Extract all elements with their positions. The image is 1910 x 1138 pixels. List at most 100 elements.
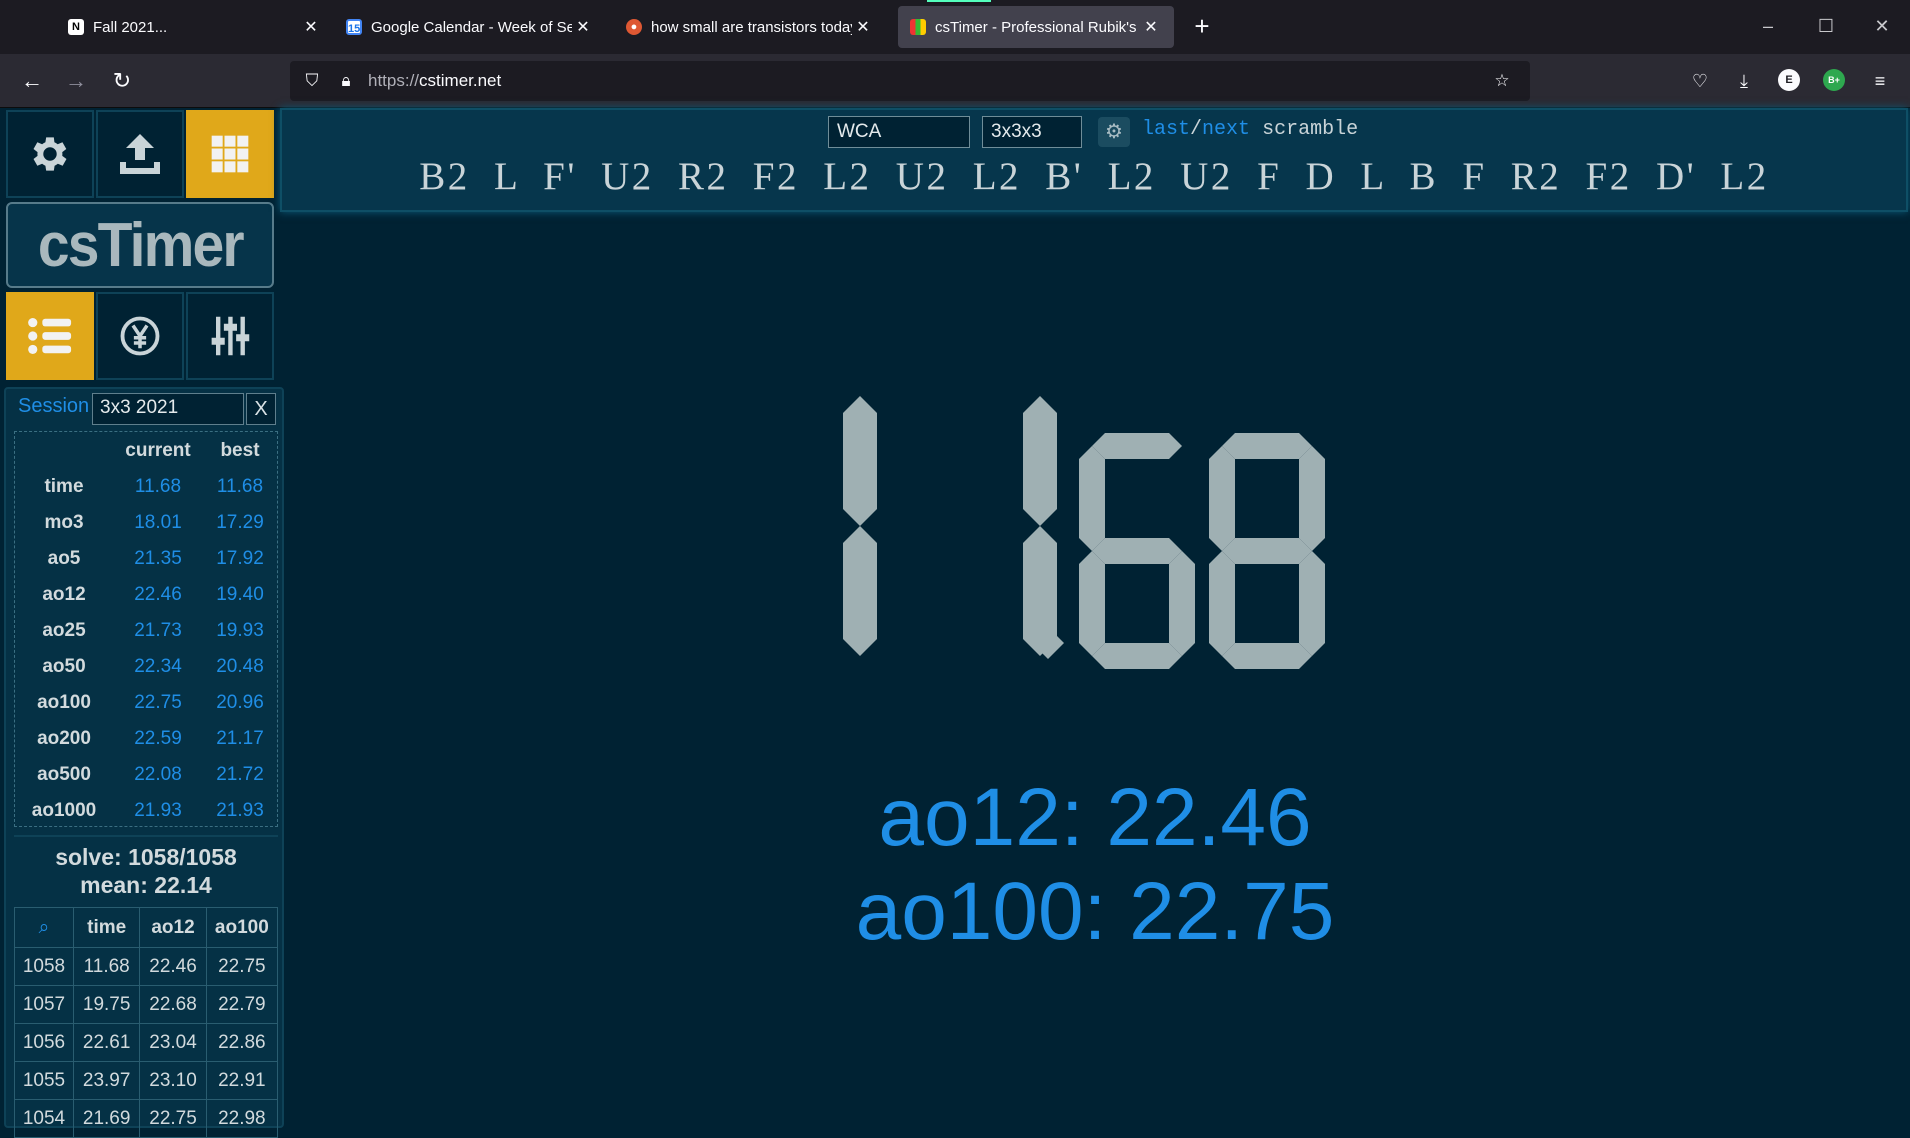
table-row[interactable]: 1055 23.97 23.10 22.91 [14,1061,279,1100]
stat-current[interactable]: 22.34 [113,656,203,678]
address-bar[interactable]: ⛉ 🔒︎ https://cstimer.net ☆ [290,61,1530,101]
timer-segment [1299,446,1325,551]
scramble-image-button[interactable] [186,110,274,198]
session-label: Session [18,395,90,417]
menu-icon[interactable]: ≡ [1866,67,1894,95]
table-row[interactable]: 1054 21.69 22.75 22.98 [14,1099,279,1138]
stat-name: mo3 [44,512,84,533]
solve-time[interactable]: 19.75 [72,985,141,1024]
sliders-icon [211,316,250,356]
session-select[interactable]: 3x3 2021 [92,393,244,425]
lock-icon[interactable]: 🔒︎ [334,69,358,93]
puzzle-select[interactable]: 3x3x3 [982,116,1082,148]
next-scramble-link[interactable]: next [1202,118,1250,141]
stat-row-ao5: ao5 21.35 17.92 [15,548,277,584]
last-scramble-link[interactable]: last [1142,118,1190,141]
solve-time[interactable]: 23.97 [72,1061,141,1100]
stat-best[interactable]: 19.93 [203,620,277,642]
solve-count: solve: 1058/1058 [55,844,237,870]
ao100-header: ao100 [205,907,279,948]
ao12-header: ao12 [139,907,207,948]
stat-name: ao5 [47,548,81,569]
reload-button[interactable]: ↻ [106,65,138,97]
stat-best[interactable]: 20.96 [203,692,277,714]
stat-current[interactable]: 18.01 [113,512,203,534]
stat-best[interactable]: 17.92 [203,548,277,570]
solve-index: 1058 [14,947,74,986]
donate-button[interactable] [96,292,184,380]
stat-current[interactable]: 11.68 [113,476,203,498]
timer-segment [1299,551,1325,656]
ao100-display: ao100: 22.75 [855,866,1335,957]
table-row[interactable]: 1056 22.61 23.04 22.86 [14,1023,279,1062]
stat-best[interactable]: 17.29 [203,512,277,534]
table-row[interactable]: 1057 19.75 22.68 22.79 [14,985,279,1024]
stats-button[interactable] [6,292,94,380]
stat-current[interactable]: 21.93 [113,800,203,822]
tab-google-calendar[interactable]: 15 Google Calendar - Week of Sep ✕ [334,6,606,48]
stat-best[interactable]: 21.72 [203,764,277,786]
bookmark-star-icon[interactable]: ☆ [1490,69,1514,93]
solve-ao100: 22.75 [205,947,279,986]
back-button[interactable]: ← [16,65,48,97]
tab-search[interactable]: ● how small are transistors today ✕ [614,6,886,48]
scramble-moves[interactable]: B2 L F' U2 R2 F2 L2 U2 L2 B' L2 U2 F D L… [282,154,1906,199]
timer-display[interactable] [780,381,1360,671]
tab-cstimer[interactable]: csTimer - Professional Rubik's C ✕ [898,6,1174,48]
calendar-icon: 15 [346,19,362,35]
timer-segment [1079,446,1105,551]
tab-bar: N Fall 2021... ✕ 15 Google Calendar - We… [0,0,1910,54]
cstimer-logo[interactable]: csTimer [6,202,274,288]
solve-time[interactable]: 21.69 [72,1099,141,1138]
tab-title: Fall 2021... [93,18,168,36]
close-icon[interactable]: ✕ [300,17,322,37]
minimize-icon[interactable]: – [1748,10,1788,42]
stat-best[interactable]: 21.93 [203,800,277,822]
tab-notion[interactable]: N Fall 2021... ✕ [56,6,334,48]
stat-current[interactable]: 22.08 [113,764,203,786]
scramble-nav: last/next scramble [1142,118,1359,141]
close-window-icon[interactable]: ✕ [1862,10,1902,42]
search-icon[interactable]: ⌕ [14,907,74,948]
new-tab-button[interactable]: + [1186,10,1218,42]
close-icon[interactable]: ✕ [572,17,594,37]
close-icon[interactable]: ✕ [1140,17,1162,37]
event-select[interactable]: WCA [828,116,970,148]
timer-segment [1209,446,1235,551]
stat-name: ao500 [37,764,91,785]
stat-row-ao200: ao200 22.59 21.17 [15,728,277,764]
tab-title: csTimer - Professional Rubik's C [935,18,1140,36]
maximize-icon[interactable]: ☐ [1806,10,1846,42]
solve-time[interactable]: 11.68 [72,947,141,986]
stat-best[interactable]: 21.17 [203,728,277,750]
stat-current[interactable]: 21.73 [113,620,203,642]
pocket-icon[interactable]: ♡ [1686,67,1714,95]
delete-session-button[interactable]: X [246,393,276,425]
tools-button[interactable] [186,292,274,380]
solve-ao12: 23.10 [139,1061,207,1100]
stat-name: ao50 [42,656,86,677]
download-icon[interactable]: ⤓ [1730,67,1758,95]
stat-best[interactable]: 11.68 [203,476,277,498]
shield-icon[interactable]: ⛉ [300,69,324,93]
export-button[interactable] [96,110,184,198]
stat-current[interactable]: 22.59 [113,728,203,750]
stat-current[interactable]: 22.46 [113,584,203,606]
scramble-settings-icon[interactable]: ⚙ [1098,117,1130,147]
forward-button[interactable]: → [60,65,92,97]
timer-segment [1092,538,1182,564]
settings-button[interactable] [6,110,94,198]
stat-current[interactable]: 21.35 [113,548,203,570]
table-row[interactable]: 1058 11.68 22.46 22.75 [14,947,279,986]
extension-e-icon[interactable]: E [1778,69,1800,91]
stat-best[interactable]: 20.48 [203,656,277,678]
session-summary[interactable]: solve: 1058/1058 mean: 22.14 [14,835,278,905]
stat-name: time [44,476,84,497]
solve-time[interactable]: 22.61 [72,1023,141,1062]
close-icon[interactable]: ✕ [852,17,874,37]
timer-segment [1092,433,1182,459]
timer-segment [1222,643,1312,669]
extension-b-icon[interactable]: B+ [1823,69,1845,91]
stat-current[interactable]: 22.75 [113,692,203,714]
stat-best[interactable]: 19.40 [203,584,277,606]
